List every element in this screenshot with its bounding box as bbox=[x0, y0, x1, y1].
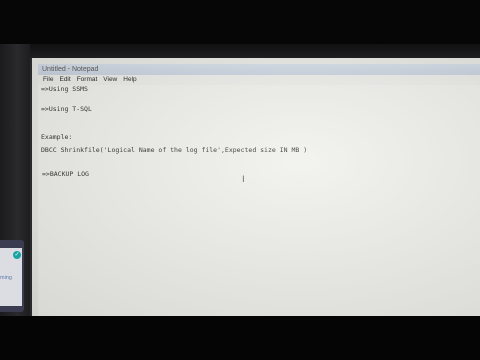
monitor-screen: Untitled - Notepad File Edit Format View… bbox=[30, 58, 480, 316]
menu-format[interactable]: Format bbox=[74, 75, 101, 85]
monitor-bezel-top bbox=[0, 44, 480, 58]
text-cursor-icon: I bbox=[242, 175, 245, 185]
video-letterbox-top bbox=[0, 0, 480, 44]
menu-file[interactable]: File bbox=[40, 75, 56, 85]
window-title: Untitled - Notepad bbox=[42, 66, 99, 73]
side-panel-body: ✓ ming bbox=[0, 248, 22, 306]
video-letterbox-bottom bbox=[0, 316, 480, 360]
side-notification-panel[interactable]: ✓ ming bbox=[0, 240, 24, 312]
text-line: Example: bbox=[41, 133, 73, 141]
text-editor-area[interactable]: =>Using SSMS =>Using T-SQL Example: DBCC… bbox=[38, 85, 480, 316]
side-panel-label: ming bbox=[0, 275, 12, 281]
text-line: =>Using T-SQL bbox=[41, 105, 92, 113]
text-line: =>Using SSMS bbox=[41, 85, 88, 93]
text-line: DBCC Shrinkfile('Logical Name of the log… bbox=[41, 146, 308, 154]
text-line: =>BACKUP LOG bbox=[42, 170, 89, 178]
menu-view[interactable]: View bbox=[100, 75, 120, 85]
menu-edit[interactable]: Edit bbox=[56, 75, 73, 85]
menu-help[interactable]: Help bbox=[120, 75, 139, 85]
window-titlebar[interactable]: Untitled - Notepad bbox=[38, 64, 480, 75]
check-icon: ✓ bbox=[13, 251, 21, 259]
menu-bar: File Edit Format View Help bbox=[38, 75, 480, 85]
